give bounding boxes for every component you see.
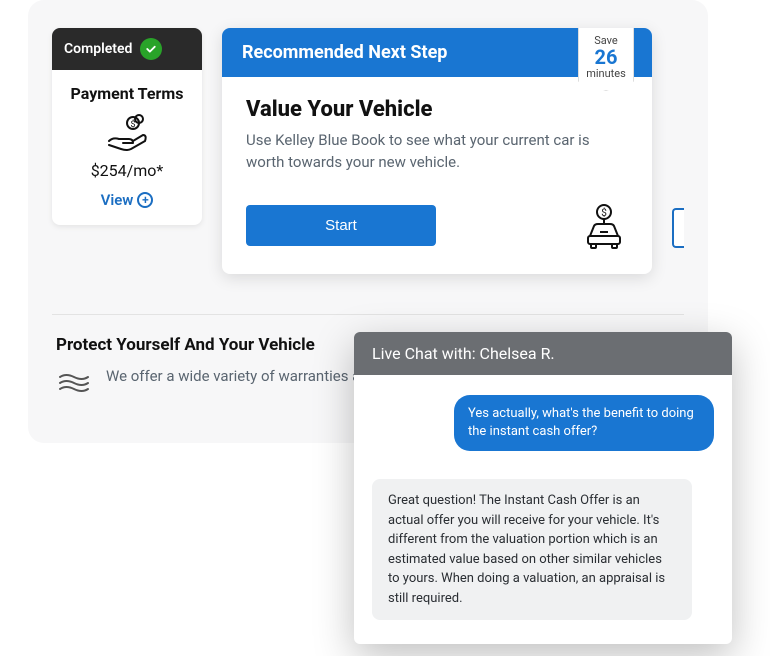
completed-price: $254/mo* — [64, 161, 190, 180]
recommend-body: Value Your Vehicle Use Kelley Blue Book … — [222, 77, 652, 274]
view-link-label: View — [101, 191, 134, 209]
ribbon-bottom-text: minutes — [579, 67, 633, 80]
recommend-footer: Start $ — [246, 202, 628, 250]
completed-body: Payment Terms $ $254/mo* View + — [52, 70, 202, 225]
divider — [52, 314, 684, 315]
completed-card: Completed Payment Terms $ $254/mo* — [52, 28, 202, 225]
next-card-peek[interactable] — [672, 208, 684, 248]
warranty-stack-icon — [56, 367, 92, 397]
chat-panel: Live Chat with: Chelsea R. Yes actually,… — [354, 332, 732, 644]
chat-header: Live Chat with: Chelsea R. — [354, 332, 732, 375]
chat-body: Yes actually, what's the benefit to doin… — [354, 375, 732, 644]
money-hand-icon: $ — [103, 113, 151, 153]
chat-agent-message: Great question! The Instant Cash Offer i… — [372, 479, 692, 620]
svg-text:$: $ — [601, 206, 607, 219]
completed-title: Payment Terms — [64, 84, 190, 103]
plus-circle-icon: + — [137, 192, 153, 208]
recommend-title: Value Your Vehicle — [246, 97, 628, 122]
completed-header: Completed — [52, 28, 202, 70]
chat-user-message: Yes actually, what's the benefit to doin… — [454, 395, 714, 451]
start-button[interactable]: Start — [246, 205, 436, 246]
ribbon-number: 26 — [579, 47, 633, 67]
save-ribbon: Save 26 minutes — [578, 28, 634, 91]
completed-badge-text: Completed — [64, 41, 132, 57]
recommend-desc: Use Kelley Blue Book to see what your cu… — [246, 130, 628, 174]
check-circle-icon — [140, 38, 162, 60]
car-value-icon: $ — [580, 202, 628, 250]
view-link[interactable]: View + — [101, 191, 154, 209]
recommend-card: Recommended Next Step Save 26 minutes Va… — [222, 28, 652, 274]
cards-row: Completed Payment Terms $ $254/mo* — [52, 28, 684, 274]
